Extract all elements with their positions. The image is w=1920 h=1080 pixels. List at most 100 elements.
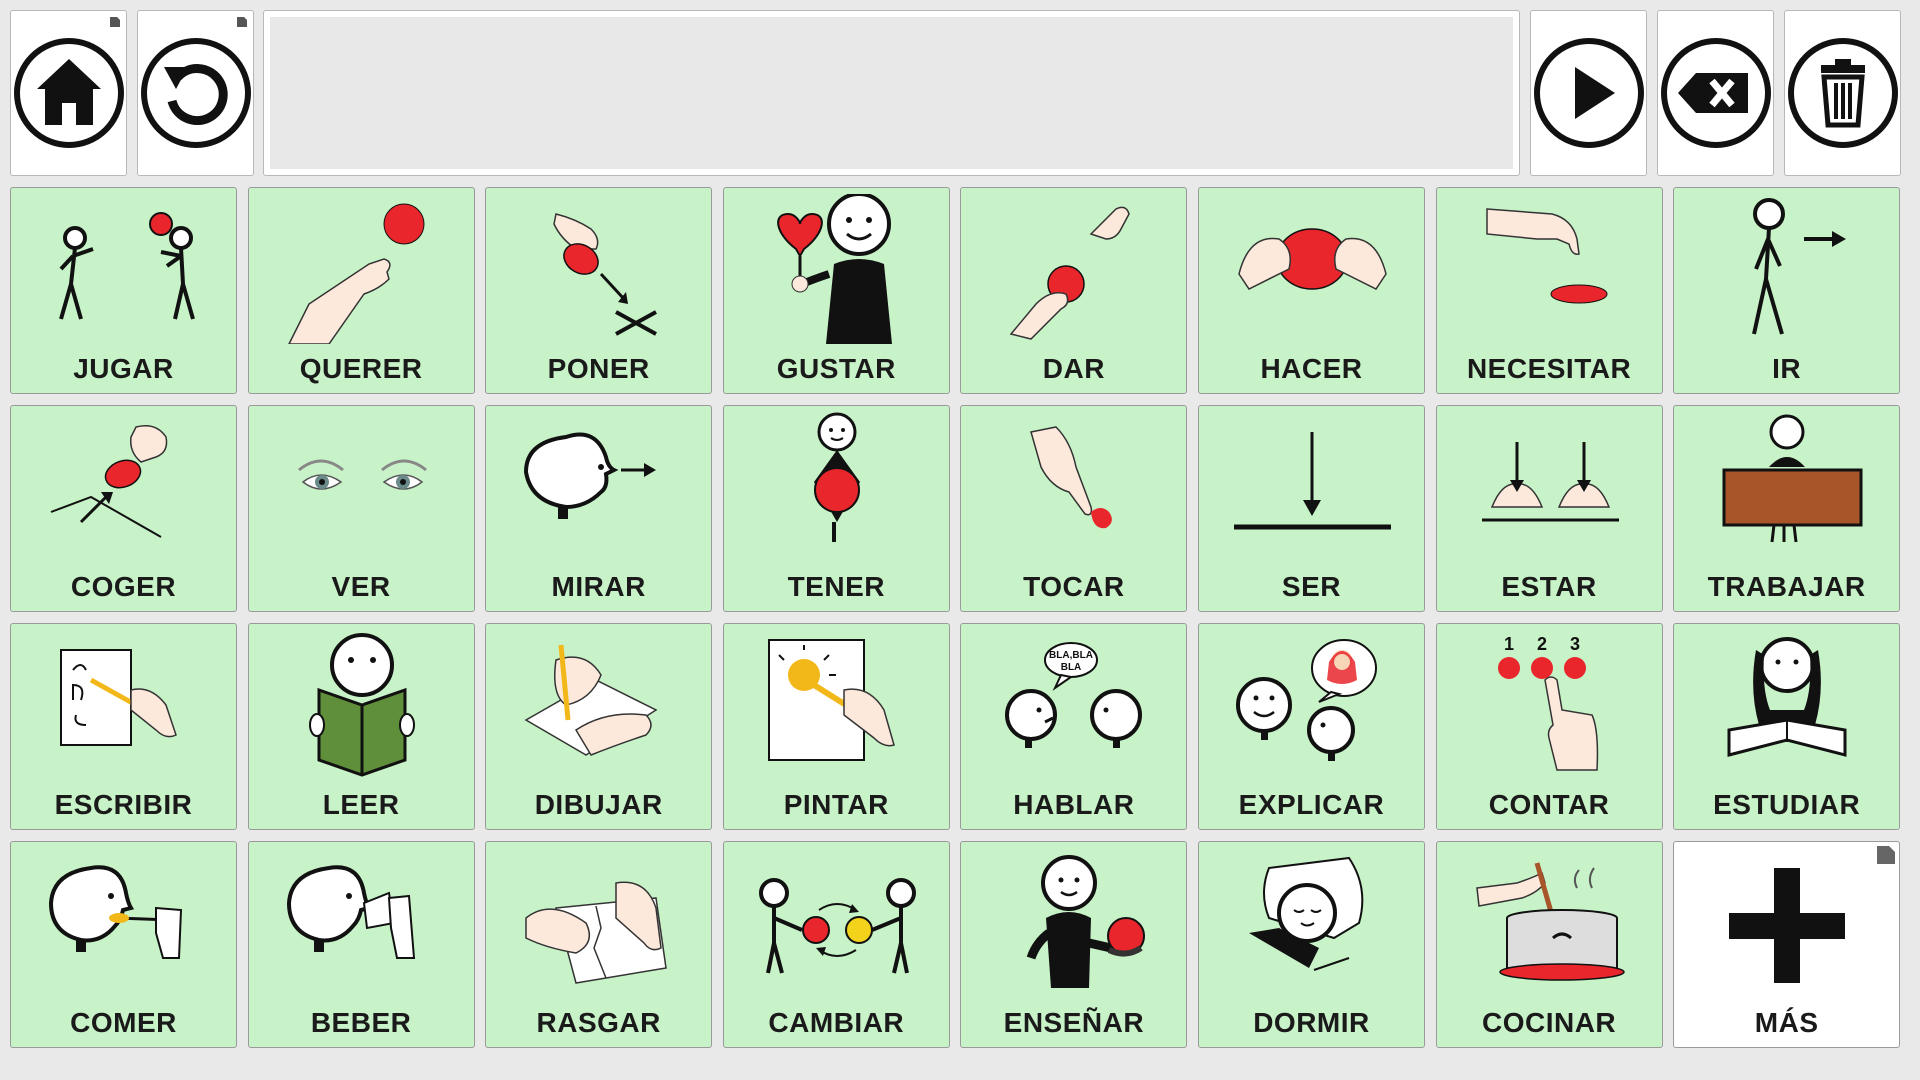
cell-estudiar[interactable]: ESTUDIAR <box>1673 623 1901 830</box>
tener-pictogram-icon <box>813 412 860 542</box>
cell-label: MÁS <box>1754 1007 1819 1038</box>
cell-label: ESTUDIAR <box>1713 789 1861 820</box>
cocinar-pictogram-icon <box>1475 862 1625 981</box>
querer-pictogram-icon <box>287 203 425 344</box>
cell-estar[interactable]: ESTAR <box>1435 405 1663 612</box>
cell-label: QUERER <box>299 353 423 384</box>
cell-tocar[interactable]: TOCAR <box>960 405 1188 612</box>
cell-cocinar[interactable]: COCINAR <box>1435 841 1663 1048</box>
cell-necesitar[interactable]: NECESITAR <box>1435 187 1663 394</box>
cell-dar[interactable]: DAR <box>960 187 1188 394</box>
cell-label: COCINAR <box>1481 1007 1617 1038</box>
cell-label: DORMIR <box>1253 1007 1370 1038</box>
cell-ensenar[interactable]: ENSEÑAR <box>960 841 1188 1048</box>
bla-text-2: BLA <box>1061 662 1082 673</box>
cell-ser[interactable]: SER <box>1197 405 1425 612</box>
cell-label: LEER <box>322 789 400 820</box>
cell-pintar[interactable]: PINTAR <box>722 623 950 830</box>
cell-hablar[interactable]: BLA,BLA BLA HABLAR <box>960 623 1188 830</box>
cell-hacer[interactable]: HACER <box>1197 187 1425 394</box>
cell-label: ENSEÑAR <box>1003 1007 1145 1038</box>
dormir-pictogram-icon <box>1248 856 1364 971</box>
backspace-button[interactable] <box>1657 10 1774 176</box>
contar-pictogram-icon: 1 2 3 <box>1497 634 1598 771</box>
poner-pictogram-icon <box>553 213 658 336</box>
cell-ver[interactable]: VER <box>247 405 475 612</box>
cell-label: DAR <box>1042 353 1105 384</box>
bla-text: BLA,BLA <box>1049 650 1093 661</box>
mirar-pictogram-icon <box>524 432 657 519</box>
comer-pictogram-icon <box>48 865 183 959</box>
cell-cambiar[interactable]: CAMBIAR <box>722 841 950 1048</box>
pintar-pictogram-icon <box>767 639 895 761</box>
cell-dormir[interactable]: DORMIR <box>1197 841 1425 1048</box>
cell-label: CAMBIAR <box>768 1007 905 1038</box>
cell-jugar[interactable]: JUGAR <box>10 187 237 394</box>
back-button[interactable] <box>137 10 254 176</box>
cell-tener[interactable]: TENER <box>722 405 950 612</box>
cell-label: IR <box>1772 353 1802 384</box>
necesitar-pictogram-icon <box>1485 208 1608 304</box>
explicar-pictogram-icon <box>1235 639 1377 761</box>
number-1-text: 1 <box>1504 634 1514 654</box>
cell-mirar[interactable]: MIRAR <box>485 405 713 612</box>
play-icon <box>1533 38 1644 148</box>
cell-label: ESTAR <box>1501 571 1597 602</box>
cell-escribir[interactable]: ESCRIBIR <box>10 623 237 830</box>
folder-corner-icon <box>110 17 120 27</box>
cell-label: PONER <box>547 353 650 384</box>
ensenar-pictogram-icon <box>1027 855 1146 988</box>
cell-label: EXPLICAR <box>1238 789 1385 820</box>
backspace-icon <box>1660 38 1771 148</box>
ir-pictogram-icon <box>1752 198 1847 335</box>
dibujar-pictogram-icon <box>524 644 658 756</box>
cell-rasgar[interactable]: RASGAR <box>485 841 713 1048</box>
sentence-bar[interactable] <box>263 10 1520 176</box>
cambiar-pictogram-icon <box>758 878 916 974</box>
pictogram-grid: JUGAR QUERER PONER GUSTAR DAR HACER NECE… <box>10 187 1901 1048</box>
cell-dibujar[interactable]: DIBUJAR <box>485 623 713 830</box>
number-2-text: 2 <box>1537 634 1547 654</box>
cell-label: GUSTAR <box>776 353 896 384</box>
cell-label: CONTAR <box>1488 789 1610 820</box>
cell-contar[interactable]: 1 2 3 CONTAR <box>1435 623 1663 830</box>
cell-leer[interactable]: LEER <box>247 623 475 830</box>
rasgar-pictogram-icon <box>525 881 668 984</box>
cell-label: TRABAJAR <box>1707 571 1866 602</box>
folder-corner-icon <box>237 17 247 27</box>
cell-label: NECESITAR <box>1466 353 1632 384</box>
cell-label: COMER <box>70 1007 177 1038</box>
cell-gustar[interactable]: GUSTAR <box>722 187 950 394</box>
cell-label: PINTAR <box>783 789 889 820</box>
hablar-pictogram-icon: BLA,BLA BLA <box>1005 642 1143 748</box>
trash-icon <box>1787 38 1898 148</box>
estar-pictogram-icon <box>1481 442 1619 522</box>
cell-poner[interactable]: PONER <box>485 187 713 394</box>
trabajar-pictogram-icon <box>1722 414 1863 543</box>
cell-label: HACER <box>1260 353 1363 384</box>
cell-label: TENER <box>787 571 885 602</box>
home-icon <box>13 38 124 148</box>
plus-icon <box>1729 868 1846 983</box>
cell-label: ESCRIBIR <box>54 789 193 820</box>
cell-label: DIBUJAR <box>534 789 663 820</box>
ver-pictogram-icon <box>297 459 427 490</box>
hacer-pictogram-icon <box>1238 228 1387 290</box>
clear-button[interactable] <box>1784 10 1901 176</box>
cell-coger[interactable]: COGER <box>10 405 237 612</box>
cell-label: HABLAR <box>1013 789 1135 820</box>
estudiar-pictogram-icon <box>1727 637 1847 757</box>
cell-label: RASGAR <box>536 1007 661 1038</box>
cell-mas[interactable]: MÁS <box>1673 841 1901 1048</box>
cell-comer[interactable]: COMER <box>10 841 237 1048</box>
jugar-pictogram-icon <box>59 212 195 320</box>
cell-label: TOCAR <box>1023 571 1125 602</box>
cell-querer[interactable]: QUERER <box>247 187 475 394</box>
cell-explicar[interactable]: EXPLICAR <box>1197 623 1425 830</box>
cell-beber[interactable]: BEBER <box>247 841 475 1048</box>
home-button[interactable] <box>10 10 127 176</box>
cell-trabajar[interactable]: TRABAJAR <box>1673 405 1901 612</box>
speak-button[interactable] <box>1530 10 1647 176</box>
leer-pictogram-icon <box>308 633 415 777</box>
cell-ir[interactable]: IR <box>1673 187 1901 394</box>
